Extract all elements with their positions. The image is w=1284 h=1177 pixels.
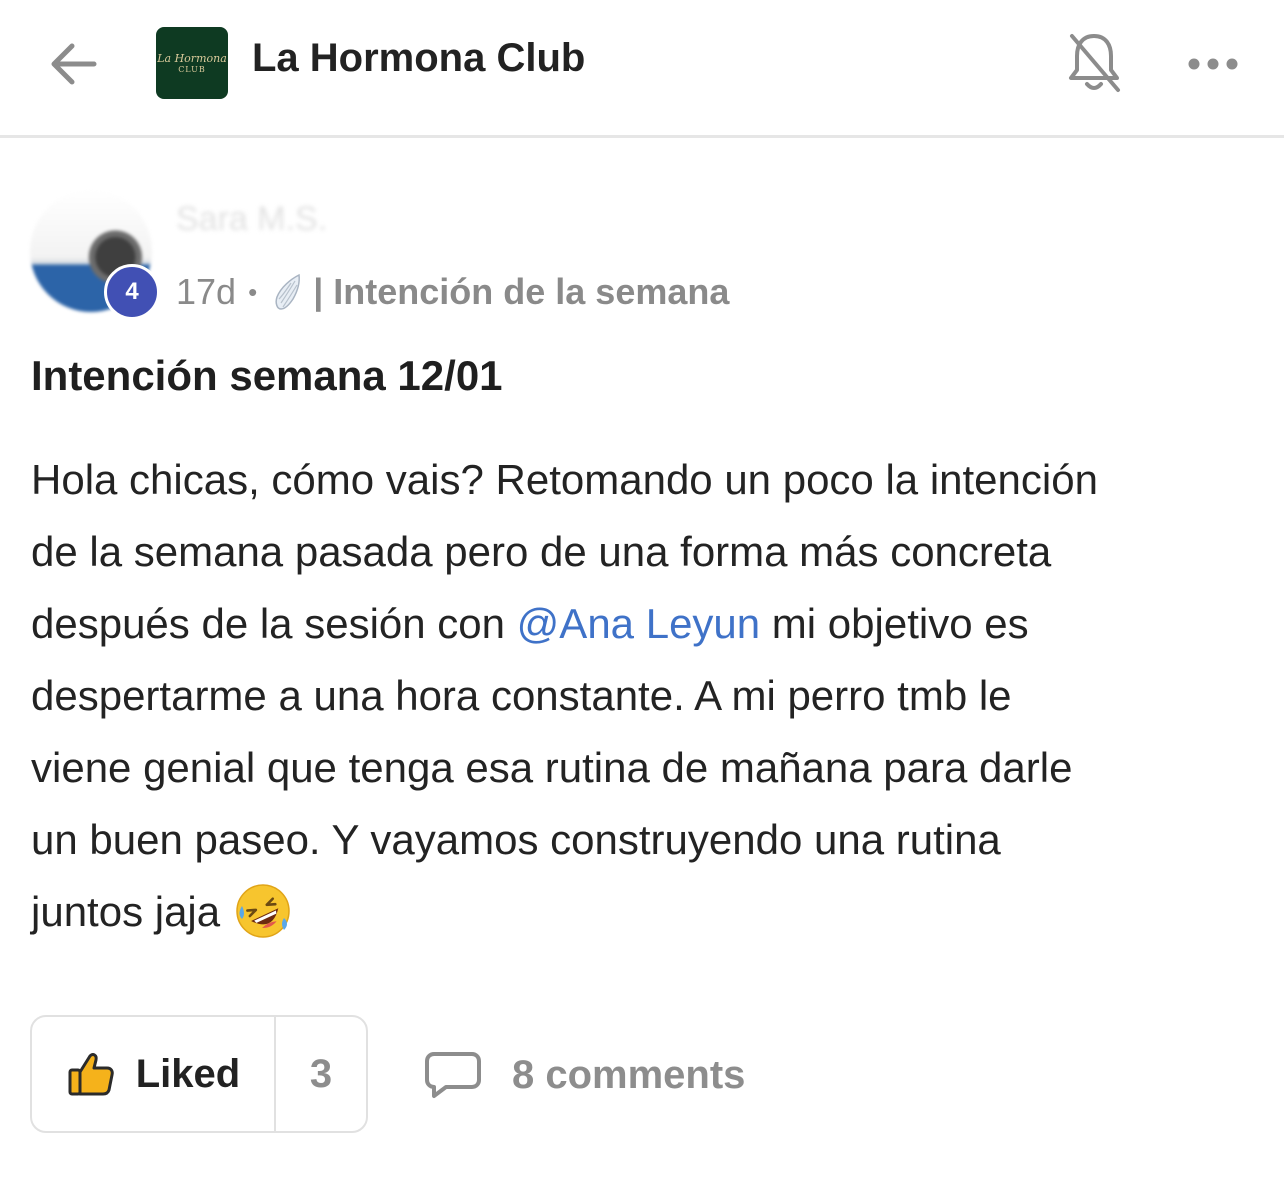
like-control: Liked 3 (30, 1015, 368, 1133)
rolling-on-the-floor-laughing-emoji (236, 884, 290, 938)
post-body-text: después de la sesión con (31, 600, 517, 647)
user-mention-link[interactable]: @Ana Leyun (517, 600, 760, 647)
post-body-line: Hola chicas, cómo vais? Retomando un poc… (31, 456, 1098, 503)
post-body-line: de la semana pasada pero de una forma má… (31, 528, 1052, 575)
comments-button[interactable]: 8 comments (424, 1046, 745, 1104)
like-label: Liked (135, 1051, 241, 1096)
post-meta: 17d • | Intención de la semana (176, 270, 729, 314)
logo-text-line1: La Hormona (157, 51, 227, 65)
more-horizontal-icon (1188, 58, 1238, 70)
top-bar: La Hormona CLUB La Hormona Club (0, 0, 1284, 138)
thumbs-up-icon (68, 1053, 114, 1096)
post-body: Hola chicas, cómo vais? Retomando un poc… (31, 444, 1261, 948)
comment-bubble-icon (425, 1052, 481, 1098)
bell-off-icon (1069, 34, 1120, 92)
level-badge: 4 (104, 264, 160, 320)
post-body-text: juntos jaja (31, 888, 221, 935)
notifications-toggle-button[interactable] (1064, 28, 1124, 98)
logo-text-line2: CLUB (178, 64, 206, 74)
arrow-left-icon (51, 43, 97, 85)
space-link[interactable]: | Intención de la semana (313, 271, 729, 313)
post-body-text: mi objetivo es (760, 600, 1029, 647)
post-body-line: un buen paseo. Y vayamos construyendo un… (31, 816, 1001, 863)
club-logo[interactable]: La Hormona CLUB (156, 27, 228, 99)
post-body-line: despertarme a una hora constante. A mi p… (31, 672, 1012, 719)
meta-separator: • (248, 276, 258, 307)
post-body-line: viene genial que tenga esa rutina de mañ… (31, 744, 1073, 791)
like-button[interactable]: Liked (32, 1017, 276, 1131)
author-name[interactable]: Sara M.S. (176, 200, 327, 239)
comments-label: 8 comments (512, 1052, 746, 1097)
back-button[interactable] (44, 34, 104, 94)
more-options-button[interactable] (1184, 44, 1244, 84)
post-body-line: después de la sesión con @Ana Leyun mi o… (31, 588, 1261, 660)
like-count[interactable]: 3 (276, 1017, 366, 1131)
post-title: Intención semana 12/01 (31, 352, 503, 399)
post-body-line: juntos jaja (31, 876, 1261, 948)
angel-wing-icon (275, 273, 301, 310)
club-name[interactable]: La Hormona Club (252, 36, 585, 81)
post-time: 17d (176, 271, 237, 312)
